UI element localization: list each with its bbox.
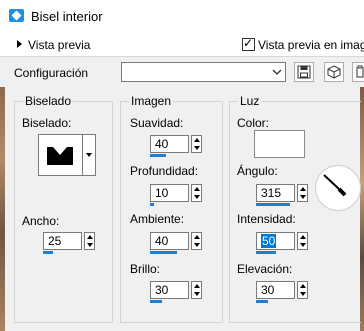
bevel-shape-dropdown[interactable] bbox=[83, 134, 96, 176]
angle-needle-icon bbox=[323, 174, 347, 197]
elevation-field[interactable]: 30 bbox=[256, 281, 295, 299]
intensity-level-bar bbox=[256, 251, 276, 254]
expand-triangle-icon[interactable] bbox=[17, 40, 22, 48]
depth-field[interactable]: 10 bbox=[150, 184, 189, 202]
light-group-legend: Luz bbox=[238, 94, 262, 108]
bevel-shape-icon bbox=[47, 147, 73, 165]
trash-icon bbox=[356, 65, 364, 78]
intensity-label: Intensidad: bbox=[237, 212, 296, 226]
settings-label: Configuración bbox=[14, 66, 89, 80]
angle-label: Ángulo: bbox=[237, 164, 278, 178]
angle-dial[interactable] bbox=[315, 165, 361, 211]
bevel-shape-picker[interactable] bbox=[38, 134, 83, 176]
preview-on-image-checkbox[interactable] bbox=[242, 36, 255, 51]
width-field[interactable]: 25 bbox=[43, 232, 82, 250]
angle-spin-arrows[interactable] bbox=[297, 184, 308, 202]
reset-preset-button[interactable] bbox=[324, 62, 344, 82]
elevation-spinner[interactable]: 30 bbox=[256, 281, 311, 303]
save-preset-button[interactable] bbox=[294, 62, 314, 82]
angle-field[interactable]: 315 bbox=[256, 184, 295, 202]
app-icon bbox=[9, 9, 24, 22]
smoothness-spinner[interactable]: 40 bbox=[150, 135, 205, 157]
angle-spinner[interactable]: 315 bbox=[256, 184, 311, 206]
preview-on-image-label: Vista previa en imagen bbox=[258, 38, 364, 52]
width-level-bar bbox=[43, 251, 53, 254]
save-icon bbox=[297, 65, 311, 79]
width-label: Ancho: bbox=[22, 214, 60, 228]
shininess-spin-arrows[interactable] bbox=[191, 281, 202, 299]
ambience-label: Ambiente: bbox=[130, 212, 185, 226]
bevel-group-legend: Biselado bbox=[23, 94, 74, 108]
intensity-field[interactable]: 50 bbox=[256, 232, 295, 250]
smoothness-field[interactable]: 40 bbox=[150, 135, 189, 153]
elevation-spin-arrows[interactable] bbox=[297, 281, 308, 299]
width-spin-arrows[interactable] bbox=[84, 232, 95, 250]
intensity-spin-arrows[interactable] bbox=[297, 232, 308, 250]
angle-level-bar bbox=[256, 203, 290, 206]
shininess-level-bar bbox=[150, 300, 162, 303]
width-spinner[interactable]: 25 bbox=[43, 232, 98, 254]
elevation-label: Elevación: bbox=[237, 262, 293, 276]
depth-label: Profundidad: bbox=[130, 164, 199, 178]
delete-preset-button[interactable] bbox=[352, 62, 364, 82]
chevron-down-icon bbox=[272, 69, 282, 75]
smoothness-spin-arrows[interactable] bbox=[191, 135, 202, 153]
ambience-level-bar bbox=[150, 251, 177, 254]
ambience-spinner[interactable]: 40 bbox=[150, 232, 205, 254]
depth-level-bar bbox=[150, 203, 154, 206]
smoothness-level-bar bbox=[150, 154, 166, 157]
color-label: Color: bbox=[237, 116, 270, 130]
shininess-spinner[interactable]: 30 bbox=[150, 281, 205, 303]
ambience-spin-arrows[interactable] bbox=[191, 232, 202, 250]
cube-icon bbox=[327, 65, 341, 79]
elevation-level-bar bbox=[256, 300, 268, 303]
shininess-label: Brillo: bbox=[130, 262, 161, 276]
depth-spinner[interactable]: 10 bbox=[150, 184, 205, 206]
light-color-swatch[interactable] bbox=[254, 130, 305, 158]
depth-spin-arrows[interactable] bbox=[191, 184, 202, 202]
smoothness-label: Suavidad: bbox=[130, 116, 184, 130]
intensity-spinner[interactable]: 50 bbox=[256, 232, 311, 254]
preview-toggle-label[interactable]: Vista previa bbox=[28, 38, 90, 52]
bevel-label: Biselado: bbox=[22, 116, 72, 130]
settings-preset-select[interactable] bbox=[121, 62, 286, 82]
window-title: Bisel interior bbox=[31, 9, 103, 24]
ambience-field[interactable]: 40 bbox=[150, 232, 189, 250]
shininess-field[interactable]: 30 bbox=[150, 281, 189, 299]
image-group-legend: Imagen bbox=[129, 94, 174, 108]
